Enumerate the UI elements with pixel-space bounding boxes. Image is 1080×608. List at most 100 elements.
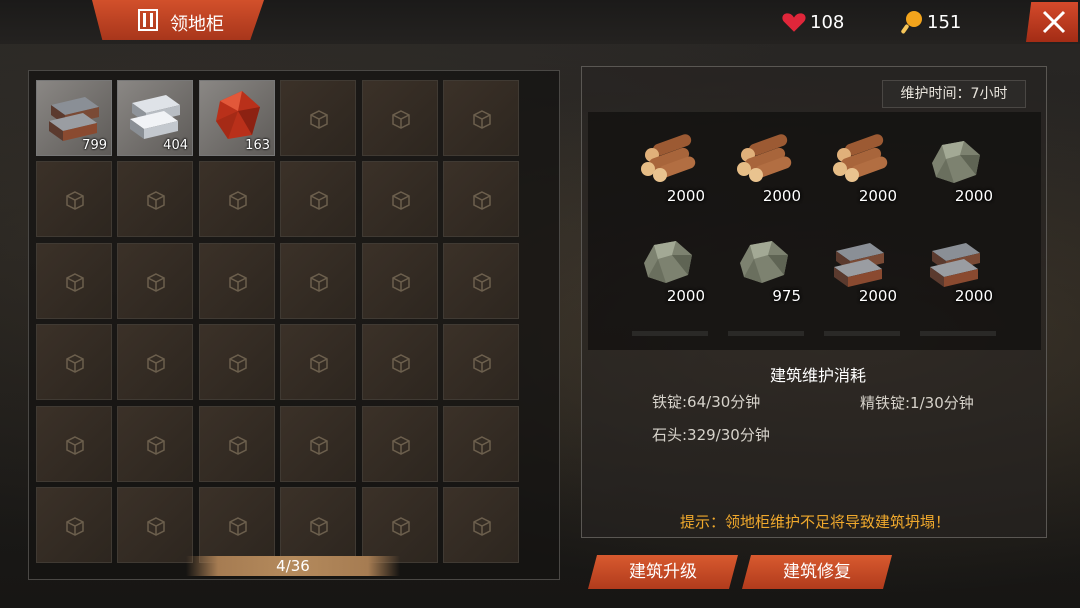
inventory-slot[interactable] [443,80,519,156]
inventory-slot[interactable] [362,80,438,156]
inventory-slot[interactable] [36,243,112,319]
inventory-slot[interactable] [362,324,438,400]
inventory-slot[interactable] [199,406,275,482]
resource-count: 2000 [666,187,705,205]
close-button[interactable] [1026,2,1078,42]
cabinet-icon [138,9,158,31]
inventory-slot[interactable]: 799 [36,80,112,156]
empty-slot-icon [228,435,248,455]
maintenance-cost-title: 建筑维护消耗 [769,366,866,385]
inventory-slot[interactable] [36,324,112,400]
empty-slot-icon [65,516,85,536]
item-count: 404 [163,138,188,153]
resource-row-divider [728,331,804,336]
inventory-slot[interactable] [36,161,112,237]
empty-slot-icon [65,190,85,210]
inventory-slot[interactable] [199,161,275,237]
inventory-slot[interactable] [443,324,519,400]
warning-hint: 提示：领地柜维护不足将导致建筑坍塌！ [679,513,950,531]
resource-count: 2000 [954,287,993,305]
inventory-slot[interactable] [443,161,519,237]
empty-slot-icon [309,435,329,455]
empty-slot-icon [391,190,411,210]
empty-slot-icon [146,353,166,373]
empty-slot-icon [65,435,85,455]
empty-slot-icon [309,109,329,129]
repair-button[interactable]: 建筑修复 [742,555,892,589]
stone-icon [637,233,699,293]
wood-icon [733,133,795,193]
empty-slot-icon [228,516,248,536]
empty-slot-icon [472,190,492,210]
empty-slot-icon [391,109,411,129]
wood-icon [829,133,891,193]
cost-iron: 铁锭:64/30分钟 [652,393,761,411]
cost-stone: 石头:329/30分钟 [652,426,770,444]
resource-count: 2000 [954,187,993,205]
resource-requirement[interactable]: 2000 [825,131,899,205]
empty-slot-icon [146,516,166,536]
inventory-slot[interactable] [280,243,356,319]
item-count: 799 [82,138,107,153]
empty-slot-icon [309,190,329,210]
inventory-slot[interactable]: 404 [117,80,193,156]
resource-requirement[interactable]: 2000 [921,231,995,305]
inventory-slot[interactable] [36,406,112,482]
resource-count: 2000 [858,287,897,305]
wood-icon [637,133,699,193]
empty-slot-icon [309,516,329,536]
empty-slot-icon [391,272,411,292]
empty-slot-icon [309,353,329,373]
empty-slot-icon [146,272,166,292]
inventory-slot[interactable] [36,487,112,563]
inventory-slot[interactable] [199,324,275,400]
page-title: 领地柜 [170,14,224,35]
resource-row-divider [824,331,900,336]
resource-requirement[interactable]: 2000 [633,131,707,205]
inventory-slot[interactable]: 163 [199,80,275,156]
resource-requirement[interactable]: 975 [729,231,803,305]
resource-requirement[interactable]: 2000 [729,131,803,205]
stone-icon [733,233,795,293]
inventory-slot[interactable] [117,324,193,400]
resource-requirement[interactable]: 2000 [921,131,995,205]
resource-requirement[interactable]: 2000 [633,231,707,305]
empty-slot-icon [65,353,85,373]
inventory-slot[interactable] [117,243,193,319]
capacity-label: 4/36 [276,557,310,575]
resource-count: 2000 [666,287,705,305]
inventory-slot[interactable] [280,406,356,482]
inventory-slot[interactable] [199,487,275,563]
inventory-slot[interactable] [117,406,193,482]
empty-slot-icon [146,190,166,210]
inventory-slot[interactable] [443,406,519,482]
inventory-slot[interactable] [443,243,519,319]
resource-requirement[interactable]: 2000 [825,231,899,305]
iron-ingot-icon [829,233,891,293]
resource-row-divider [632,331,708,336]
empty-slot-icon [146,435,166,455]
inventory-slot[interactable] [362,487,438,563]
empty-slot-icon [391,516,411,536]
food-value: 151 [927,12,962,33]
resource-count: 2000 [762,187,801,205]
cost-refined-iron: 精铁锭:1/30分钟 [860,394,974,412]
inventory-slot[interactable] [443,487,519,563]
empty-slot-icon [472,353,492,373]
heart-icon [782,13,806,32]
empty-slot-icon [228,190,248,210]
empty-slot-icon [309,272,329,292]
inventory-slot[interactable] [362,161,438,237]
inventory-slot[interactable] [362,406,438,482]
upgrade-button[interactable]: 建筑升级 [588,555,738,589]
inventory-slot[interactable] [362,243,438,319]
inventory-slot[interactable] [117,161,193,237]
inventory-slot[interactable] [280,161,356,237]
inventory-slot[interactable] [117,487,193,563]
inventory-slot[interactable] [199,243,275,319]
empty-slot-icon [65,272,85,292]
inventory-slot[interactable] [280,487,356,563]
inventory-slot[interactable] [280,80,356,156]
inventory-slot[interactable] [280,324,356,400]
empty-slot-icon [391,435,411,455]
